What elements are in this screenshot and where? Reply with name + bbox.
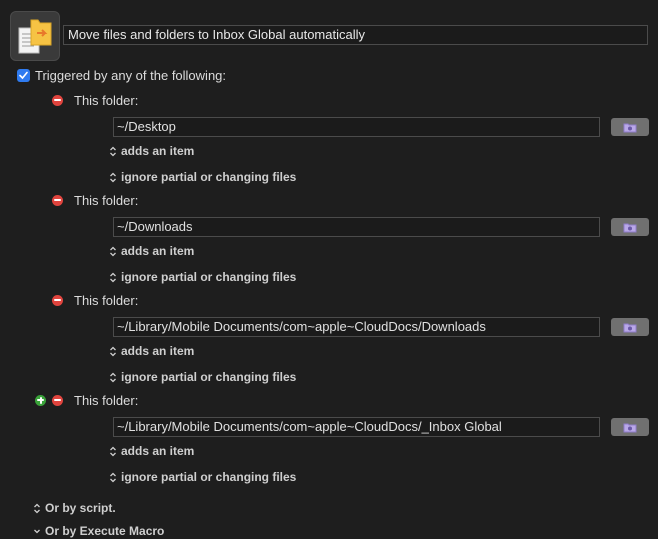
trigger-checkbox[interactable] — [17, 68, 30, 82]
updown-chevron-icon — [109, 346, 117, 357]
folder-label-1: This folder: — [74, 92, 139, 108]
folder-label-4: This folder: — [74, 392, 139, 408]
execute-macro-label: Or by Execute Macro — [45, 524, 165, 538]
execute-macro-popup[interactable]: Or by Execute Macro — [33, 523, 164, 539]
remove-folder-button-1[interactable] — [52, 94, 63, 106]
script-trigger-label: Or by script. — [45, 501, 116, 515]
folder-trigger-1: This folder: — [52, 92, 138, 108]
folder-icon — [623, 223, 637, 232]
updown-chevron-icon — [33, 503, 41, 514]
option-popup-4[interactable]: ignore partial or changing files — [109, 469, 296, 485]
folder-path-field-2[interactable]: ~/Downloads — [113, 217, 600, 237]
browse-folder-button-4[interactable] — [611, 418, 649, 436]
folder-trigger-4: This folder: — [35, 392, 138, 408]
browse-folder-button-3[interactable] — [611, 318, 649, 336]
option-label-1: ignore partial or changing files — [121, 170, 297, 184]
event-label-2: adds an item — [121, 244, 195, 258]
remove-folder-button-3[interactable] — [52, 294, 63, 306]
option-label-2: ignore partial or changing files — [121, 270, 297, 284]
updown-chevron-icon — [109, 146, 117, 157]
event-label-4: adds an item — [121, 444, 195, 458]
browse-folder-button-2[interactable] — [611, 218, 649, 236]
script-trigger-popup[interactable]: Or by script. — [33, 500, 116, 516]
option-label-3: ignore partial or changing files — [121, 370, 297, 384]
remove-folder-button-4[interactable] — [52, 394, 63, 406]
option-popup-1[interactable]: ignore partial or changing files — [109, 169, 296, 185]
macro-title-field[interactable]: Move files and folders to Inbox Global a… — [63, 25, 648, 45]
option-popup-2[interactable]: ignore partial or changing files — [109, 269, 296, 285]
updown-chevron-icon — [109, 172, 117, 183]
event-popup-3[interactable]: adds an item — [109, 343, 194, 359]
checkmark-icon — [19, 71, 28, 79]
folder-path-field-3[interactable]: ~/Library/Mobile Documents/com~apple~Clo… — [113, 317, 600, 337]
add-folder-button[interactable] — [35, 394, 46, 406]
folder-icon — [623, 423, 637, 432]
folder-trigger-2: This folder: — [52, 192, 138, 208]
updown-chevron-icon — [109, 446, 117, 457]
option-popup-3[interactable]: ignore partial or changing files — [109, 369, 296, 385]
folder-icon — [623, 323, 637, 332]
updown-chevron-icon — [109, 472, 117, 483]
event-label-3: adds an item — [121, 344, 195, 358]
option-label-4: ignore partial or changing files — [121, 470, 297, 484]
folder-label-3: This folder: — [74, 292, 139, 308]
updown-chevron-icon — [109, 372, 117, 383]
event-label-1: adds an item — [121, 144, 195, 158]
macro-icon[interactable] — [10, 11, 60, 61]
remove-folder-button-2[interactable] — [52, 194, 63, 206]
folder-label-2: This folder: — [74, 192, 139, 208]
folder-path-field-1[interactable]: ~/Desktop — [113, 117, 600, 137]
event-popup-4[interactable]: adds an item — [109, 443, 194, 459]
event-popup-1[interactable]: adds an item — [109, 143, 194, 159]
updown-chevron-icon — [109, 246, 117, 257]
folder-path-field-4[interactable]: ~/Library/Mobile Documents/com~apple~Clo… — [113, 417, 600, 437]
updown-chevron-icon — [109, 272, 117, 283]
trigger-row: Triggered by any of the following: — [17, 67, 226, 83]
event-popup-2[interactable]: adds an item — [109, 243, 194, 259]
folder-trigger-3: This folder: — [52, 292, 138, 308]
folder-icon — [623, 123, 637, 132]
document-folder-move-icon — [18, 19, 52, 54]
browse-folder-button-1[interactable] — [611, 118, 649, 136]
trigger-label: Triggered by any of the following: — [35, 67, 227, 83]
